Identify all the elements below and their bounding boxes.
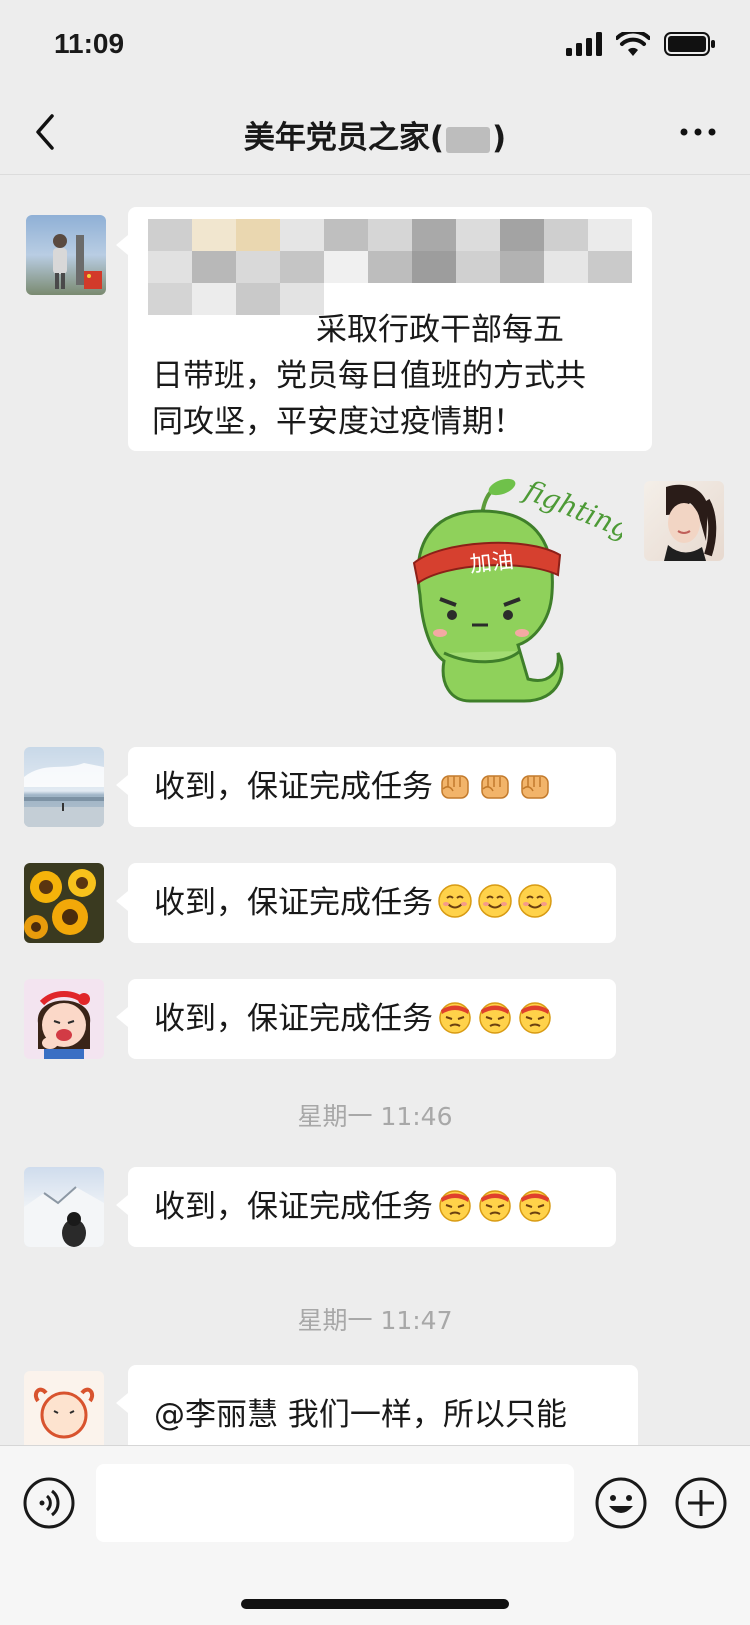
chat-title-prefix: 美年党员之家( (243, 120, 444, 156)
determined-emoji-icon (479, 1190, 511, 1222)
message-text: @李丽慧 我们一样，所以只能 (154, 1397, 567, 1433)
input-bar (0, 1445, 750, 1625)
determined-emoji-icon (519, 1002, 551, 1034)
sticker-band-text: 加油 (469, 549, 515, 578)
smile-emoji-icon (478, 884, 512, 918)
redacted-text (148, 219, 638, 315)
avatar[interactable] (26, 215, 106, 295)
chat-header: 美年党员之家() (0, 90, 750, 175)
timestamp: 星期一 11:46 (297, 1102, 453, 1131)
fist-emoji-icon (441, 775, 469, 799)
message-input[interactable] (96, 1464, 574, 1542)
sunflower-photo-icon (24, 869, 96, 939)
message-bubble[interactable]: 采取行政干部每五日带班，党员每日值班的方式共同攻坚，平安度过疫情期！ (116, 207, 652, 451)
determined-emoji-icon (519, 1190, 551, 1222)
more-actions-plus-icon[interactable] (674, 1476, 728, 1530)
message-bubble[interactable]: 收到，保证完成任务 (116, 1167, 616, 1247)
more-options-icon[interactable] (678, 120, 718, 144)
avatar[interactable] (24, 747, 104, 827)
message-text: 采取行政干部每五日带班，党员每日值班的方式共同攻坚，平安度过疫情期！ (152, 312, 586, 440)
determined-emoji-icon (479, 1002, 511, 1034)
cartoon-face-icon (33, 1387, 95, 1439)
cellular-signal-icon (566, 32, 602, 56)
landscape-photo-icon (24, 763, 104, 827)
avatar[interactable] (24, 1167, 104, 1247)
person-photo-icon (664, 484, 717, 561)
status-icons (566, 32, 716, 56)
snow-photo-icon (24, 1186, 104, 1247)
timestamp: 星期一 11:47 (297, 1306, 453, 1335)
message-list[interactable]: 采取行政干部每五日带班，党员每日值班的方式共同攻坚，平安度过疫情期！ 加油 fi… (0, 175, 750, 1445)
fist-emoji-icon (481, 775, 509, 799)
message-bubble[interactable]: 收到，保证完成任务 (116, 863, 616, 943)
message-bubble[interactable]: 收到，保证完成任务 (116, 979, 616, 1059)
message-text: 收到，保证完成任务 (154, 885, 433, 921)
chat-title-suffix: ) (492, 120, 507, 156)
determined-emoji-icon (439, 1190, 471, 1222)
fist-emoji-icon (521, 775, 549, 799)
redacted-count (446, 126, 490, 153)
message-bubble[interactable]: 收到，保证完成任务 (116, 747, 616, 827)
message-text: 收到，保证完成任务 (154, 1189, 433, 1225)
wifi-icon (616, 32, 650, 56)
voice-input-icon[interactable] (22, 1476, 76, 1530)
message-text: 收到，保证完成任务 (154, 769, 433, 805)
person-photo-icon (53, 234, 102, 289)
home-indicator[interactable] (241, 1599, 509, 1609)
emoji-picker-icon[interactable] (594, 1476, 648, 1530)
avatar[interactable] (24, 1371, 104, 1445)
status-bar: 11:09 (0, 0, 750, 90)
avatar[interactable] (644, 481, 724, 561)
message-bubble[interactable]: @李丽慧 我们一样，所以只能 (116, 1365, 638, 1445)
cartoon-girl-icon (37, 991, 91, 1059)
avatar[interactable] (24, 863, 104, 943)
fighting-sticker[interactable]: 加油 fighting (400, 475, 622, 715)
battery-icon (664, 32, 715, 56)
status-time: 11:09 (54, 28, 125, 59)
smile-emoji-icon (518, 884, 552, 918)
determined-emoji-icon (439, 1002, 471, 1034)
chat-title: 美年党员之家() (0, 112, 750, 157)
message-text: 收到，保证完成任务 (154, 1001, 433, 1037)
smile-emoji-icon (438, 884, 472, 918)
avatar[interactable] (24, 979, 104, 1059)
